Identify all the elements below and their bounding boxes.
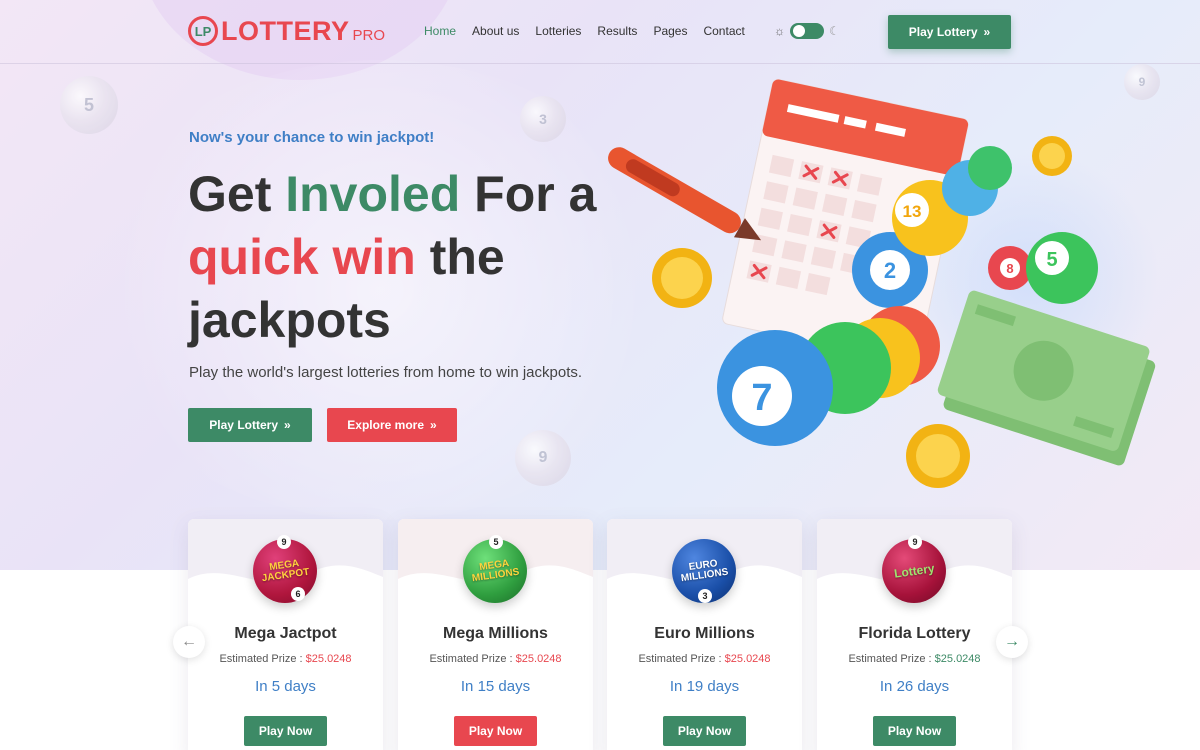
nav-contact[interactable]: Contact <box>703 24 744 38</box>
prize-value: $25.0248 <box>934 653 981 665</box>
prize-value: $25.0248 <box>724 653 771 665</box>
mega-jackpot-logo-icon: MEGA JACKPOT 9 6 <box>253 535 317 603</box>
lottery-card: Lottery 9 Florida Lottery Estimated Priz… <box>817 519 1012 750</box>
prize-label: Estimated Prize : <box>638 653 725 665</box>
hero-subtitle: Play the world's largest lotteries from … <box>189 364 583 381</box>
logo-suffix: PRO <box>352 27 386 44</box>
hero-play-lottery-button[interactable]: Play Lottery » <box>188 408 312 442</box>
svg-text:5: 5 <box>1046 249 1057 271</box>
ball-number: 3 <box>698 589 712 603</box>
hero-explore-more-button[interactable]: Explore more » <box>327 408 457 442</box>
header-play-lottery-button[interactable]: Play Lottery » <box>888 15 1011 49</box>
card-title: Florida Lottery <box>858 625 971 642</box>
site-header: LP LOTTERY PRO Home About us Lotteries R… <box>0 0 1200 64</box>
lottery-card: MEGA MILLIONS 5 Mega Millions Estimated … <box>398 519 593 750</box>
card-draw-countdown: In 15 days <box>460 678 531 695</box>
carousel-next-button[interactable]: → <box>996 626 1028 658</box>
svg-text:2: 2 <box>884 258 896 283</box>
sun-icon: ☼ <box>774 24 785 38</box>
button-label: Play Lottery <box>908 25 978 39</box>
lottery-ball-icon: 7 <box>717 330 833 446</box>
money-stack-icon <box>937 290 1156 466</box>
coin-icon <box>906 424 970 488</box>
prize-label: Estimated Prize : <box>848 653 935 665</box>
svg-text:7: 7 <box>751 377 772 419</box>
card-prize: Estimated Prize : $25.0248 <box>607 653 802 665</box>
card-prize: Estimated Prize : $25.0248 <box>398 653 593 665</box>
main-nav: Home About us Lotteries Results Pages Co… <box>424 24 761 38</box>
card-title: Mega Millions <box>443 625 548 642</box>
prize-label: Estimated Prize : <box>429 653 516 665</box>
play-now-button[interactable]: Play Now <box>244 716 327 746</box>
nav-pages[interactable]: Pages <box>653 24 687 38</box>
mega-millions-logo-icon: MEGA MILLIONS 5 <box>463 535 527 603</box>
logo-mark-icon: LP <box>188 16 218 46</box>
card-prize: Estimated Prize : $25.0248 <box>188 653 383 665</box>
coin-icon <box>652 248 712 308</box>
lottery-ball-icon <box>968 146 1012 190</box>
card-title: Euro Millions <box>654 625 755 642</box>
lottery-ball-icon: 8 <box>988 246 1032 290</box>
card-prize: Estimated Prize : $25.0248 <box>817 653 1012 665</box>
hero-headline: Get Involed For a quick win the jackpots <box>188 163 628 352</box>
svg-text:8: 8 <box>1006 261 1013 276</box>
double-chevron-right-icon: » <box>983 25 991 39</box>
headline-text: For a <box>460 166 597 222</box>
theme-switch[interactable] <box>790 23 824 39</box>
florida-lottery-logo-icon: Lottery 9 <box>882 535 946 603</box>
card-title: Mega Jactpot <box>234 625 337 642</box>
ball-number: 9 <box>277 535 291 549</box>
prize-value: $25.0248 <box>305 653 352 665</box>
coin-icon <box>1032 136 1072 176</box>
play-now-button[interactable]: Play Now <box>663 716 746 746</box>
nav-results[interactable]: Results <box>597 24 637 38</box>
lottery-card: MEGA JACKPOT 9 6 Mega Jactpot Estimated … <box>188 519 383 750</box>
moon-icon: ☾ <box>829 24 840 38</box>
lottery-card: EURO MILLIONS 3 Euro Millions Estimated … <box>607 519 802 750</box>
arrow-left-icon: ← <box>181 633 197 650</box>
theme-toggle[interactable]: ☼ ☾ <box>774 23 840 39</box>
ball-logo-text: MEGA MILLIONS <box>471 558 521 585</box>
ball-logo-text: Lottery <box>892 561 936 581</box>
prize-value: $25.0248 <box>515 653 562 665</box>
headline-highlight-red: quick win <box>188 229 416 285</box>
ball-logo-text: EURO MILLIONS <box>680 558 730 585</box>
double-chevron-right-icon: » <box>284 418 291 432</box>
nav-home[interactable]: Home <box>424 24 456 38</box>
svg-text:13: 13 <box>903 202 922 221</box>
decorative-ball: 5 <box>60 76 118 134</box>
play-now-button[interactable]: Play Now <box>454 716 537 746</box>
lottery-ball-icon: 5 <box>1026 232 1098 304</box>
ball-number: 5 <box>489 535 503 549</box>
button-label: Play Lottery <box>209 418 278 432</box>
ball-logo-text: MEGA JACKPOT <box>261 558 311 585</box>
lottery-illustration: 8 2 13 5 7 <box>608 79 1156 488</box>
pen-icon <box>608 147 762 241</box>
card-draw-countdown: In 19 days <box>669 678 740 695</box>
site-logo[interactable]: LP LOTTERY PRO <box>188 16 385 46</box>
hero-tagline: Now's your chance to win jackpot! <box>189 129 435 146</box>
ball-number: 9 <box>908 535 922 549</box>
nav-about-us[interactable]: About us <box>472 24 519 38</box>
euro-millions-logo-icon: EURO MILLIONS 3 <box>672 539 736 603</box>
prize-label: Estimated Prize : <box>219 653 306 665</box>
headline-text: Get <box>188 166 286 222</box>
play-now-button[interactable]: Play Now <box>873 716 956 746</box>
ball-number: 6 <box>291 587 305 601</box>
carousel-prev-button[interactable]: ← <box>173 626 205 658</box>
headline-highlight-green: Involed <box>285 166 461 222</box>
card-draw-countdown: In 5 days <box>255 678 316 695</box>
decorative-ball: 3 <box>520 96 566 142</box>
arrow-right-icon: → <box>1004 633 1020 650</box>
logo-wordmark: LOTTERY <box>221 16 350 46</box>
double-chevron-right-icon: » <box>430 418 437 432</box>
decorative-ball: 9 <box>515 430 571 486</box>
nav-lotteries[interactable]: Lotteries <box>535 24 581 38</box>
button-label: Explore more <box>347 418 424 432</box>
card-draw-countdown: In 26 days <box>879 678 950 695</box>
switch-knob <box>793 25 805 37</box>
